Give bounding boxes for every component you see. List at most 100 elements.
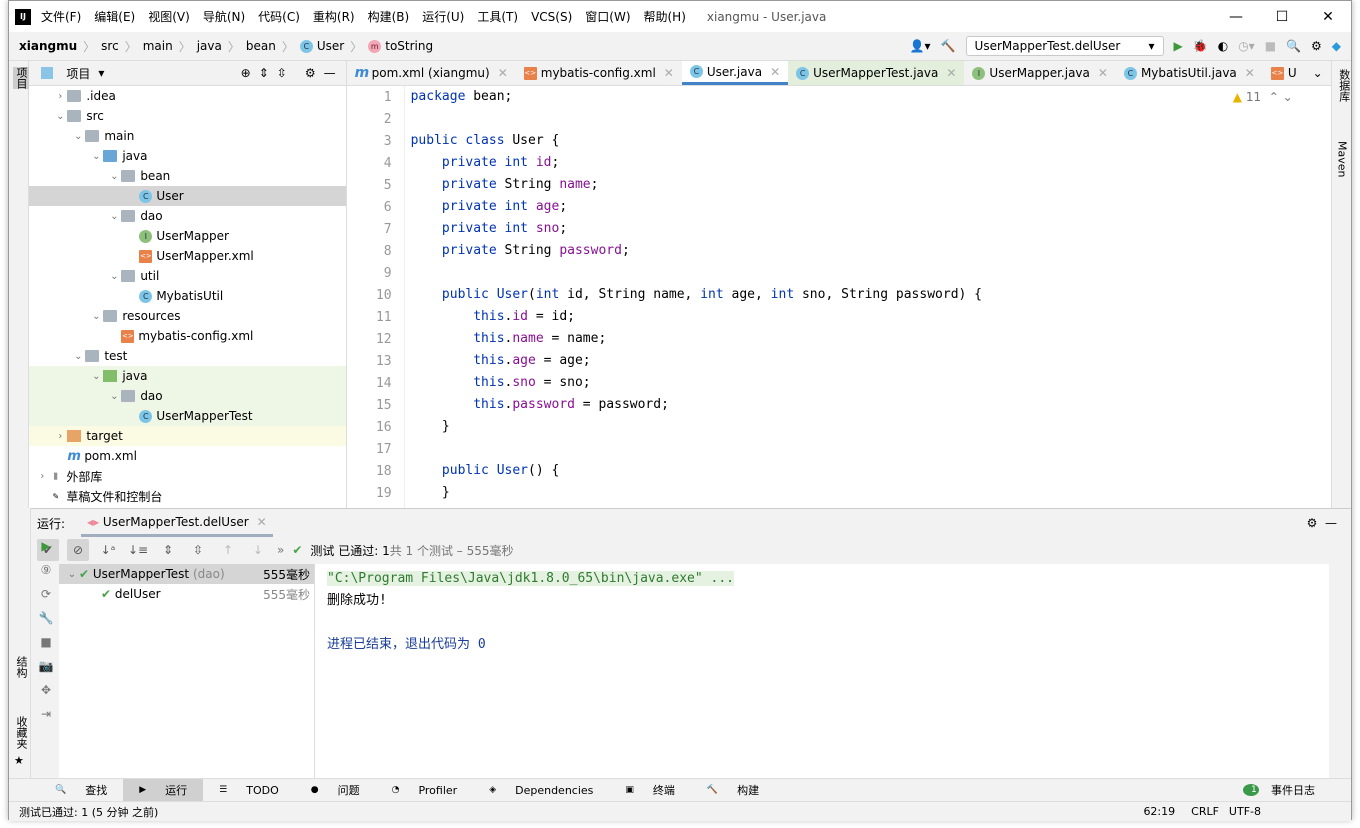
menu-item[interactable]: 运行(U) [422, 10, 464, 24]
tool-window-6[interactable]: ▣ 终端 [609, 779, 691, 802]
editor-tab[interactable]: I UserMapper.java ✕ [964, 61, 1116, 85]
tabs-overflow-icon[interactable]: ⌄ [1305, 61, 1331, 85]
breadcrumb-item[interactable]: main 〉 [143, 38, 191, 55]
menu-item[interactable]: VCS(S) [531, 10, 572, 24]
tool-window-2[interactable]: ☰ TODO [203, 779, 295, 802]
editor-tab[interactable]: <> mybatis-config.xml ✕ [516, 61, 682, 85]
expand-all-button[interactable]: ⇕ [157, 539, 179, 561]
menu-item[interactable]: 重构(R) [313, 10, 355, 24]
project-tool-tab[interactable]: 项目 [13, 67, 29, 89]
gear-icon[interactable]: ⚙ — [1307, 516, 1337, 530]
toggle-auto-test-icon[interactable]: ⟳ [41, 587, 51, 601]
breadcrumb-item[interactable]: bean 〉 [246, 38, 294, 55]
tool-window-4[interactable]: ◔ Profiler [376, 779, 474, 802]
account-icon[interactable]: 👤▾ [910, 39, 931, 53]
stop-icon[interactable]: ■ [40, 635, 51, 649]
close-tab-icon[interactable]: ✕ [498, 66, 508, 80]
close-tab-icon[interactable]: ✕ [1098, 66, 1108, 80]
close-tab-icon[interactable]: ✕ [664, 66, 674, 80]
stop-icon[interactable]: ■ [1265, 39, 1276, 53]
close-tab-icon[interactable]: ✕ [946, 66, 956, 80]
tool-window-3[interactable]: ● 问题 [295, 779, 376, 802]
tree-node[interactable]: ⌄ java [29, 146, 345, 166]
toolbox-icon[interactable]: ◆ [1332, 39, 1341, 53]
menu-item[interactable]: 编辑(E) [94, 10, 135, 24]
breadcrumb-item[interactable]: xiangmu 〉 [19, 38, 95, 55]
database-tool-tab[interactable]: 数据库 [1336, 69, 1352, 102]
collapse-all-icon[interactable]: ⇳ [277, 66, 287, 80]
editor-tab[interactable]: C MybatisUtil.java ✕ [1116, 61, 1263, 85]
menu-item[interactable]: 构建(B) [368, 10, 410, 24]
tree-node[interactable]: C MybatisUtil [29, 286, 345, 306]
sort-alpha-button[interactable]: ↓ᵃ [97, 539, 119, 561]
tool-window-5[interactable]: ◈ Dependencies [473, 779, 609, 802]
search-icon[interactable]: 🔍 [1286, 39, 1301, 53]
tool-window-7[interactable]: 🔨 构建 [691, 779, 775, 802]
tree-node[interactable]: <> mybatis-config.xml [29, 326, 345, 346]
editor-tab[interactable]: C UserMapperTest.java ✕ [788, 61, 965, 85]
menu-item[interactable]: 工具(T) [477, 10, 518, 24]
close-tab-icon[interactable]: ✕ [770, 65, 780, 79]
tree-node[interactable]: C UserMapperTest [29, 406, 346, 426]
build-hammer-icon[interactable]: 🔨 [941, 39, 956, 53]
tree-node[interactable]: ⌄ java [29, 366, 346, 386]
close-tab-icon[interactable]: ✕ [1245, 66, 1255, 80]
locate-icon[interactable]: ⊕ [241, 66, 251, 80]
tree-node[interactable]: C User [29, 186, 346, 206]
sort-duration-button[interactable]: ↓≡ [127, 539, 149, 561]
collapse-all-button[interactable]: ⇳ [187, 539, 209, 561]
menu-item[interactable]: 代码(C) [258, 10, 300, 24]
close-icon[interactable]: ✕ [257, 515, 267, 529]
tree-node[interactable]: ⌄ test [29, 346, 345, 366]
tree-node[interactable]: <> UserMapper.xml [29, 246, 345, 266]
event-log-button[interactable]: 1 事件日志 [1235, 779, 1331, 802]
rerun-icon[interactable]: ▶ [41, 539, 50, 553]
test-case-row[interactable]: ✔ delUser 555毫秒 [59, 584, 314, 604]
test-suite-row[interactable]: ⌄ ✔ UserMapperTest (dao) 555毫秒 [59, 564, 314, 584]
show-ignored-button[interactable]: ⊘ [67, 539, 89, 561]
tree-node[interactable]: ⌄ resources [29, 306, 345, 326]
gear-icon[interactable]: ⚙ [305, 66, 316, 80]
import-icon[interactable]: ⇥ [41, 707, 51, 721]
breadcrumb-item[interactable]: C User 〉 [299, 38, 362, 55]
breadcrumb-item[interactable]: m toString [368, 38, 433, 55]
tree-node[interactable]: ⌄ dao [29, 386, 346, 406]
profile-icon[interactable]: ◷▾ [1238, 39, 1255, 53]
tool-window-1[interactable]: ▶ 运行 [123, 778, 204, 802]
minimize-button[interactable]: — [1213, 9, 1259, 25]
tree-node[interactable]: I UserMapper [29, 226, 345, 246]
next-test-button[interactable]: ↓ [247, 539, 269, 561]
maven-tool-tab[interactable]: Maven [1336, 141, 1349, 177]
wrench-icon[interactable]: 🔧 [39, 611, 54, 625]
rerun-failed-icon[interactable]: ⑨ [41, 563, 52, 577]
tree-node[interactable]: › target [29, 426, 346, 446]
tool-window-0[interactable]: 🔍 查找 [39, 779, 123, 802]
pin-icon[interactable]: ✥ [41, 683, 51, 697]
console-output[interactable]: "C:\Program Files\Java\jdk1.8.0_65\bin\j… [315, 564, 1329, 778]
breadcrumb-item[interactable]: java 〉 [197, 38, 240, 55]
menu-item[interactable]: 导航(N) [203, 10, 245, 24]
tree-node[interactable]: ⌄ main [29, 126, 345, 146]
project-panel-title[interactable]: 项目 [66, 65, 90, 82]
coverage-icon[interactable]: ◐ [1218, 39, 1228, 53]
close-button[interactable]: ✕ [1305, 9, 1351, 25]
line-separator[interactable]: CRLF [1191, 805, 1219, 818]
tree-node[interactable]: ⌄ util [29, 266, 345, 286]
run-tab[interactable]: ◂▸ UserMapperTest.delUser ✕ [81, 509, 273, 537]
editor-tab[interactable]: <> U [1263, 61, 1305, 85]
editor-tab[interactable]: m pom.xml (xiangmu) ✕ [347, 61, 516, 85]
tree-node[interactable]: m pom.xml [29, 446, 345, 466]
caret-position[interactable]: 62:19 [1143, 805, 1175, 818]
debug-icon[interactable]: 🐞 [1193, 39, 1208, 53]
menu-item[interactable]: 帮助(H) [644, 10, 686, 24]
editor-tab[interactable]: C User.java ✕ [681, 61, 789, 85]
tree-node[interactable]: ⌄ dao [29, 206, 345, 226]
warnings-indicator[interactable]: ▲ 11 ⌃ ⌄ [1233, 90, 1293, 104]
chevron-down-icon[interactable]: ▾ [98, 66, 104, 80]
structure-tool-tab[interactable]: 结构 [13, 656, 29, 678]
code-area[interactable]: package bean; public class User { private… [405, 86, 982, 508]
status-message[interactable]: 测试已通过: 1 (5 分钟 之前) [19, 804, 158, 820]
run-icon[interactable]: ▶ [1174, 39, 1183, 53]
tree-node[interactable]: › .idea [29, 86, 345, 106]
tree-node[interactable]: ⌄ bean [29, 166, 345, 186]
